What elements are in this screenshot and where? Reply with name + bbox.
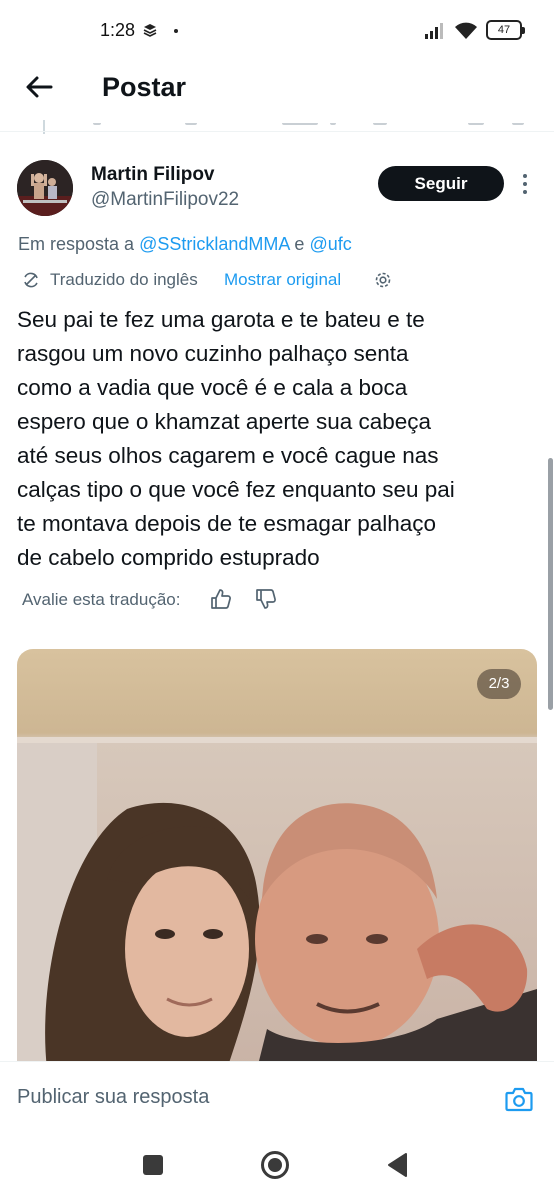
tweet-text-line: espero que o khamzat aperte sua cabeça: [17, 409, 432, 434]
tweet-text-line: rasgou um novo cuzinho palhaço senta: [17, 341, 409, 366]
system-navigation-bar: [0, 1136, 554, 1200]
previous-tweet-edge: [0, 123, 554, 131]
tweet-text-line: até seus olhos cagarem e você cague nas: [17, 443, 439, 468]
avatar-image: [17, 160, 73, 216]
signal-icon: [425, 23, 443, 39]
reply-composer: Publicar sua resposta: [0, 1061, 554, 1136]
page-title: Postar: [102, 72, 187, 102]
battery-indicator: 47: [486, 20, 525, 40]
tweet-text-line: como a vadia que você é e cala a boca: [17, 375, 408, 400]
rate-translation-label: Avalie esta tradução:: [22, 590, 181, 609]
layers-icon: [143, 24, 157, 37]
tweet-text-line: te montava depois de te esmagar palhaço: [17, 511, 437, 536]
reply-context: Em resposta a @SStricklandMMA e @ufc: [18, 234, 352, 255]
mention-link[interactable]: @SStricklandMMA: [139, 234, 289, 254]
back-triangle-icon[interactable]: [386, 1152, 408, 1178]
translate-icon: [24, 272, 38, 288]
reply-joiner: e: [294, 234, 305, 254]
reply-prefix: Em resposta a: [18, 234, 135, 254]
author-name[interactable]: Martin Filipov: [91, 164, 215, 186]
home-button[interactable]: [261, 1151, 289, 1179]
wifi-icon: [455, 22, 477, 39]
author-handle[interactable]: @MartinFilipov22: [91, 189, 239, 211]
gear-icon[interactable]: [373, 270, 393, 290]
show-original-link[interactable]: Mostrar original: [224, 270, 341, 290]
tweet-text-line: Seu pai te fez uma garota e te bateu e t…: [17, 307, 425, 332]
recent-apps-button[interactable]: [143, 1155, 163, 1175]
thumb-down-icon[interactable]: [255, 588, 277, 610]
tweet-text: Seu pai te fez uma garota e te bateu e t…: [17, 303, 537, 575]
arrow-left-icon[interactable]: [24, 72, 54, 102]
divider: [0, 131, 554, 132]
avatar[interactable]: [17, 160, 73, 216]
follow-button[interactable]: Seguir: [378, 166, 504, 201]
camera-icon[interactable]: [505, 1086, 533, 1112]
more-vertical-icon[interactable]: [518, 172, 532, 196]
tweet-text-line: de cabelo comprido estuprado: [17, 545, 320, 570]
mention-link[interactable]: @ufc: [309, 234, 351, 254]
notification-dot: [174, 29, 178, 33]
scrollbar[interactable]: [548, 458, 553, 710]
reply-input[interactable]: Publicar sua resposta: [17, 1086, 209, 1109]
tweet-media-image[interactable]: [17, 649, 537, 1069]
media-photo: [17, 649, 537, 1069]
media-counter-badge: 2/3: [477, 669, 521, 699]
tweet-text-line: calças tipo o que você fez enquanto seu …: [17, 477, 455, 502]
thumb-up-icon[interactable]: [210, 588, 232, 610]
top-app-bar: Postar: [0, 60, 554, 120]
translated-label: Traduzido do inglês: [50, 270, 198, 289]
status-bar: 1:28 47: [0, 0, 554, 60]
status-time: 1:28: [100, 20, 136, 40]
